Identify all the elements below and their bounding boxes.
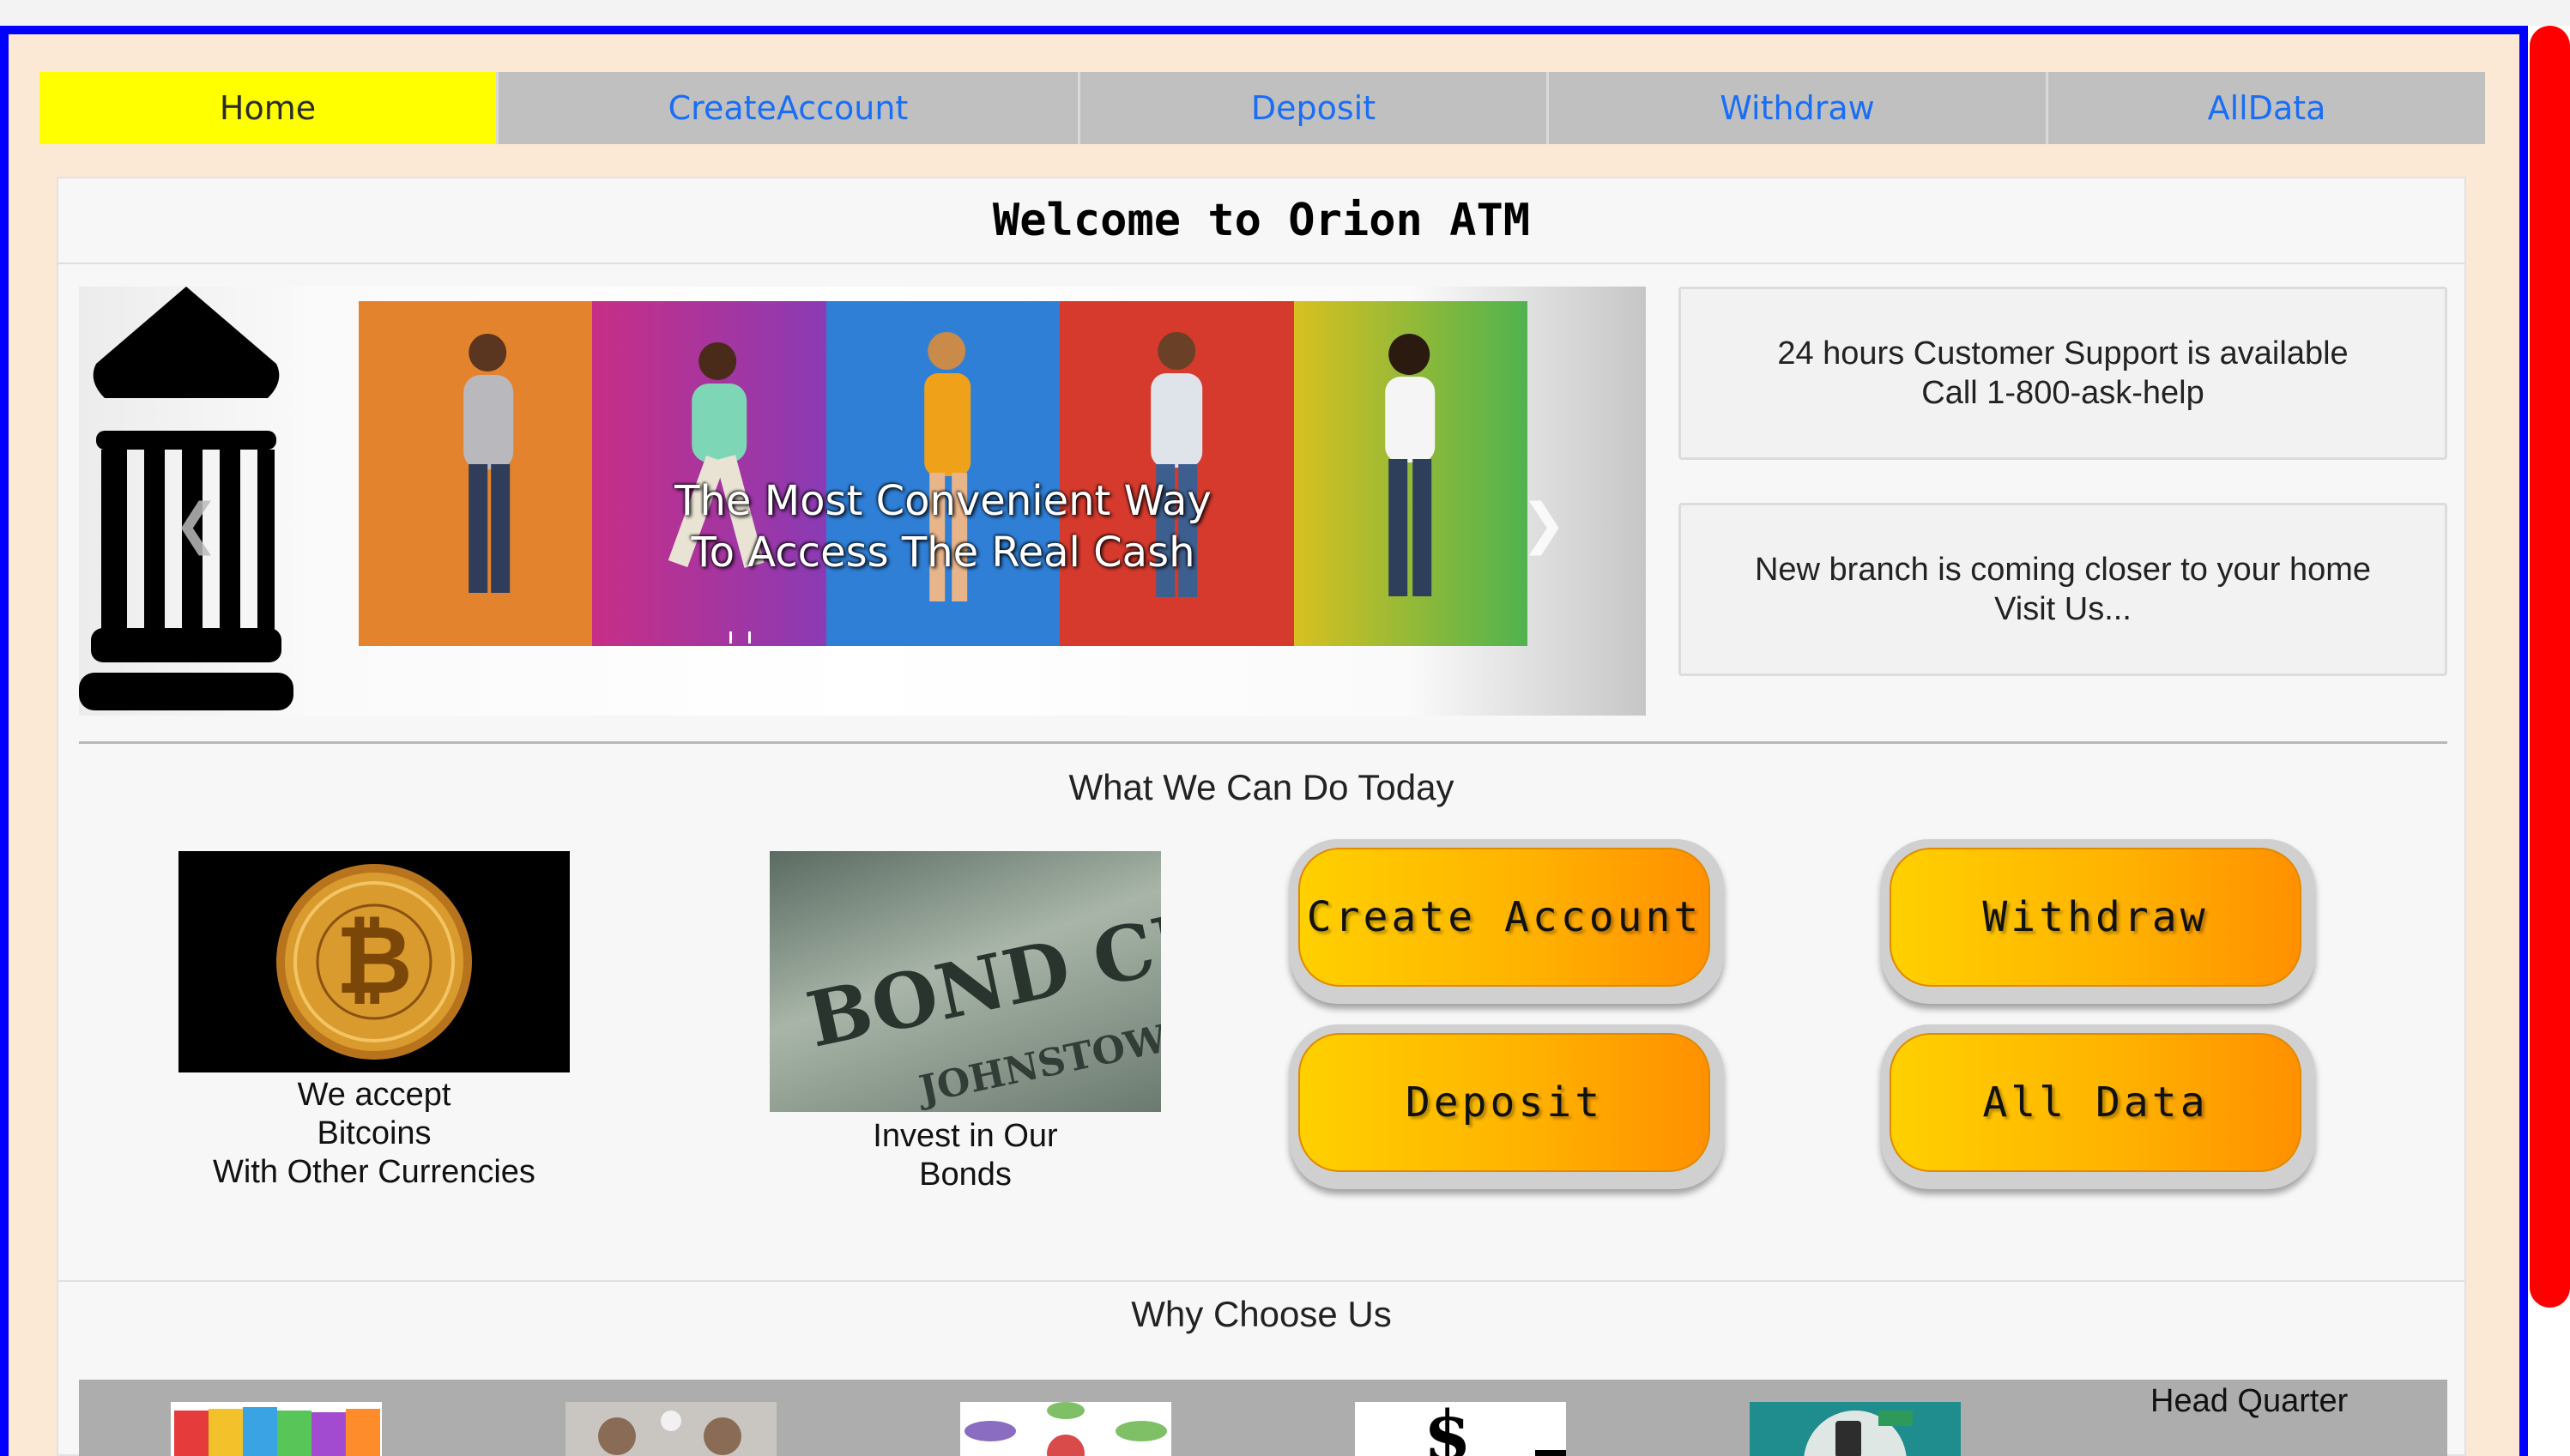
slide-panel-blue: [825, 301, 1061, 646]
our-issues-diagram-image: [960, 1402, 1171, 1456]
branch-line-1: New branch is coming closer to your home: [1754, 552, 2372, 588]
bitcoin-text-3: With Other Currencies: [213, 1154, 535, 1190]
nav-item-deposit[interactable]: Deposit: [1078, 72, 1546, 144]
slide-panel-green: [1293, 301, 1527, 646]
person-figure-icon: [668, 342, 765, 568]
branch-line-2: Visit Us...: [1994, 591, 2132, 627]
mobile-payment-image: [1750, 1402, 1961, 1456]
bond-image: BOND CE JOHNSTOWN, PA: [770, 851, 1161, 1112]
scrollbar-thumb[interactable]: [2530, 26, 2570, 1308]
carousel-indicator[interactable]: [729, 631, 732, 643]
svg-text:₿: ₿: [336, 905, 413, 1015]
dollar-image: $: [1355, 1402, 1566, 1456]
nav-item-withdraw[interactable]: Withdraw: [1546, 72, 2046, 144]
deposit-button[interactable]: Deposit: [1290, 1024, 1724, 1189]
deposit-label[interactable]: Deposit: [1298, 1033, 1710, 1172]
slide-panel-orange: [359, 301, 593, 646]
create-account-button[interactable]: Create Account: [1290, 839, 1724, 1004]
branch-info-card: New branch is coming closer to your home…: [1678, 503, 2447, 676]
top-navigation: Home CreateAccount Deposit Withdraw AllD…: [39, 72, 2485, 144]
nav-item-home[interactable]: Home: [39, 72, 496, 144]
withdraw-label[interactable]: Withdraw: [1890, 848, 2301, 987]
promo-carousel[interactable]: The Most Convenient Way To Access The Re…: [79, 287, 1646, 716]
bitcoin-icon: ₿: [276, 864, 472, 1060]
people-network-icon: [598, 1411, 741, 1455]
slide-panel-red: [1060, 301, 1294, 646]
chevron-right-icon[interactable]: ❯: [1521, 492, 1567, 556]
dash-mark: [1535, 1450, 1566, 1456]
bitcoin-image: ₿: [178, 851, 570, 1072]
panel-header: Welcome to Orion ATM: [58, 178, 2464, 264]
cycle-diagram-icon: [965, 1402, 1167, 1456]
all-data-label[interactable]: All Data: [1890, 1033, 2301, 1172]
person-figure-icon: [1384, 334, 1435, 596]
usa-map-icon: [174, 1407, 380, 1456]
bitcoin-text-1: We accept: [297, 1077, 451, 1113]
why-choose-us-title: Why Choose Us: [1131, 1294, 1392, 1334]
person-figure-icon: [463, 334, 514, 593]
person-figure-icon: [924, 332, 971, 601]
usa-map-image: [171, 1402, 382, 1456]
slide-panel-magenta: [592, 301, 826, 646]
mobile-payment-icon: [1804, 1411, 1913, 1456]
person-figure-icon: [1151, 332, 1203, 597]
nav-item-create-account[interactable]: CreateAccount: [496, 72, 1078, 144]
people-network-image: [565, 1402, 777, 1456]
carousel-caption: The Most Convenient Way To Access The Re…: [359, 475, 1527, 578]
bond-text-2: Bonds: [919, 1157, 1012, 1193]
head-quarter-label: Head Quarter: [2150, 1383, 2349, 1419]
withdraw-button[interactable]: Withdraw: [1881, 839, 2315, 1004]
caption-line-1: The Most Convenient Way: [674, 477, 1212, 525]
page-title: Welcome to Orion ATM: [992, 195, 1531, 246]
bond-text-1: Invest in Our: [873, 1118, 1058, 1154]
support-info-card: 24 hours Customer Support is available C…: [1678, 287, 2447, 460]
carousel-indicator[interactable]: [748, 631, 751, 643]
section-divider: [79, 741, 2447, 744]
bitcoin-caption: We accept Bitcoins With Other Currencies: [161, 1076, 587, 1192]
chevron-left-icon[interactable]: ❮: [173, 492, 220, 556]
services-title: What We Can Do Today: [1068, 767, 1454, 807]
caption-line-2: To Access The Real Cash: [691, 529, 1195, 577]
why-choose-us-strip: [79, 1380, 2447, 1456]
browser-top-strip: [0, 0, 2570, 26]
support-line-2: Call 1-800-ask-help: [1921, 375, 2204, 411]
bitcoin-text-2: Bitcoins: [317, 1115, 432, 1151]
create-account-label[interactable]: Create Account: [1298, 848, 1710, 987]
dollar-sign-icon: $: [1424, 1402, 1472, 1456]
support-line-1: 24 hours Customer Support is available: [1777, 335, 2349, 372]
bond-caption: Invest in Our Bonds: [762, 1117, 1169, 1194]
carousel-slide-image: [359, 301, 1527, 646]
main-panel: Welcome to Orion ATM The Most Convenient…: [57, 177, 2466, 1456]
why-divider: [58, 1280, 2464, 1282]
nav-item-all-data[interactable]: AllData: [2046, 72, 2485, 144]
bond-certificate-icon: BOND CE JOHNSTOWN, PA: [800, 892, 1161, 1112]
all-data-button[interactable]: All Data: [1881, 1024, 2315, 1189]
